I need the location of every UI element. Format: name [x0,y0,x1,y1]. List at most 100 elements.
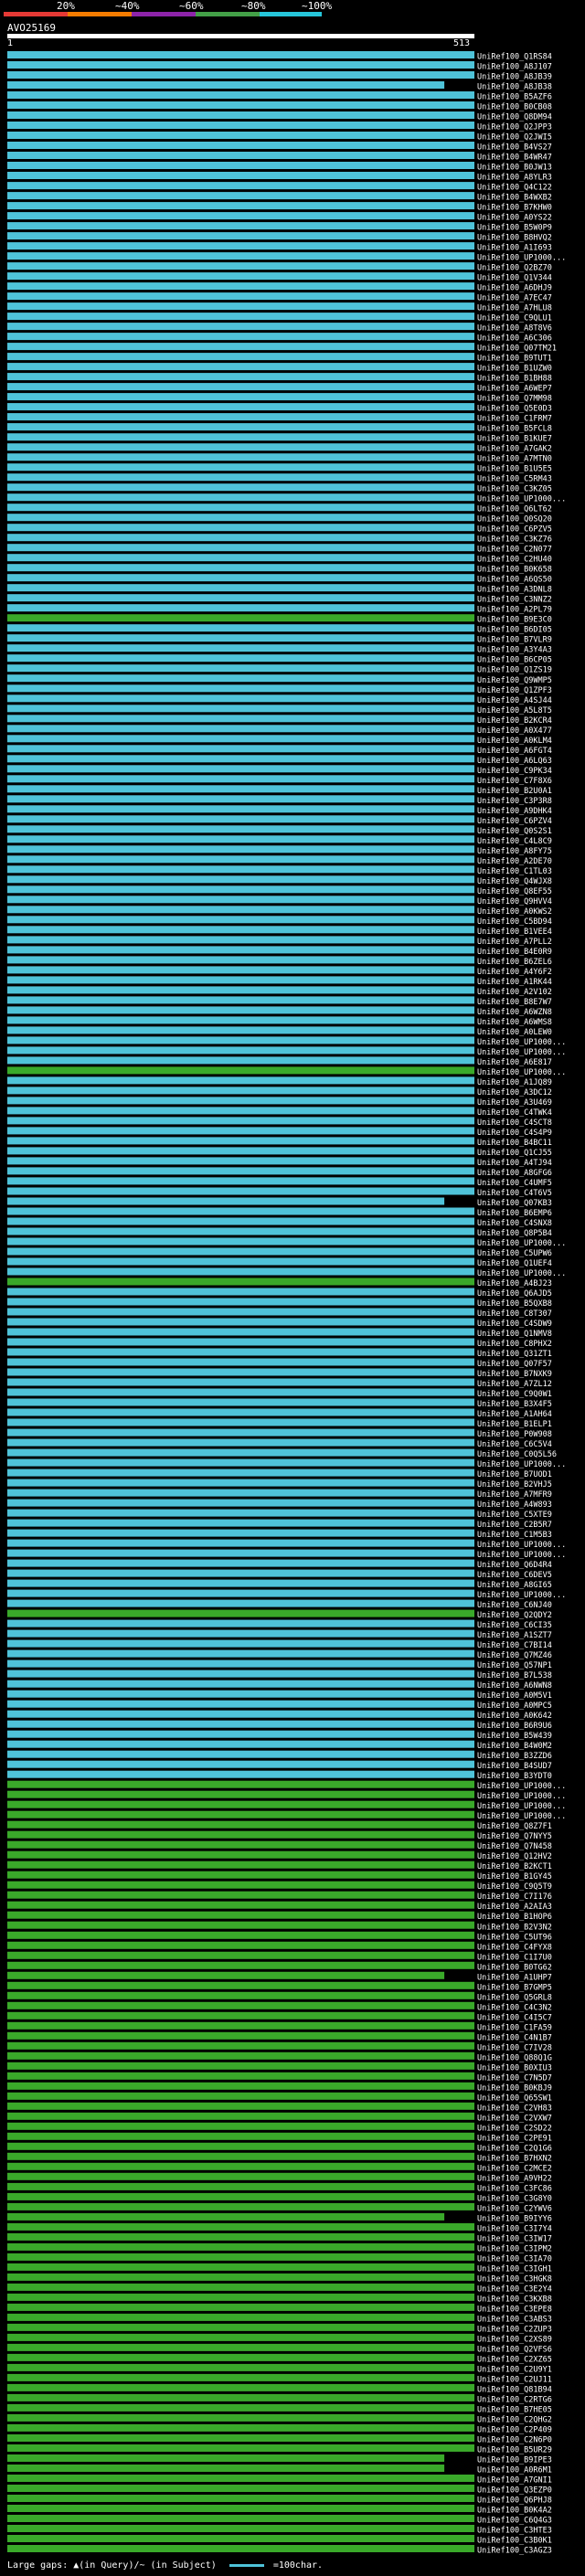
hit-label[interactable]: UniRef100_Q7MZ46 [477,1651,552,1660]
hit-label[interactable]: UniRef100_Q7NYY5 [477,1832,552,1841]
hit-bar[interactable] [7,1187,474,1195]
hit-bar[interactable] [7,2132,474,2140]
hit-label[interactable]: UniRef100_B0JW13 [477,164,552,173]
hit-bar[interactable] [7,594,474,602]
hit-bar[interactable] [7,1458,474,1467]
hit-bar[interactable] [7,976,474,984]
hit-label[interactable]: UniRef100_A0M5V1 [477,1691,552,1701]
hit-label[interactable]: UniRef100_B6EMP6 [477,1209,552,1218]
hit-bar[interactable] [7,453,474,461]
hit-label[interactable]: UniRef100_C5UPW6 [477,1249,552,1258]
hit-bar[interactable] [7,815,474,823]
hit-label[interactable]: UniRef100_Q57NP1 [477,1661,552,1670]
hit-label[interactable]: UniRef100_A6DHJ9 [477,284,552,293]
hit-label[interactable]: UniRef100_B0K658 [477,566,552,575]
hit-bar[interactable] [7,222,474,230]
hit-label[interactable]: UniRef100_B9IPE3 [477,2456,552,2465]
hit-label[interactable]: UniRef100_B4BC11 [477,1139,552,1148]
hit-label[interactable]: UniRef100_B3X4F5 [477,1400,552,1409]
hit-label[interactable]: UniRef100_C3FC86 [477,2184,552,2193]
hit-label[interactable]: UniRef100_C3IGH1 [477,2264,552,2274]
hit-label[interactable]: UniRef100_UP1000... [477,1591,566,1600]
hit-label[interactable]: UniRef100_B2KCR4 [477,716,552,726]
hit-label[interactable]: UniRef100_C0Q5L56 [477,1450,557,1459]
hit-bar[interactable] [7,1006,474,1014]
hit-bar[interactable] [7,1780,474,1788]
hit-label[interactable]: UniRef100_UP1000... [477,1460,566,1469]
hit-bar[interactable] [7,2031,474,2040]
hit-bar[interactable] [7,986,474,994]
hit-label[interactable]: UniRef100_A6WEP7 [477,385,552,394]
hit-bar[interactable] [7,343,474,351]
hit-label[interactable]: UniRef100_Q1ZPF3 [477,686,552,695]
hit-bar[interactable] [7,1448,474,1457]
hit-label[interactable]: UniRef100_B1KUE7 [477,435,552,444]
hit-bar[interactable] [7,1991,474,1999]
hit-bar[interactable] [7,1850,474,1859]
hit-bar[interactable] [7,504,474,512]
hit-label[interactable]: UniRef100_A7HLU8 [477,304,552,313]
hit-label[interactable]: UniRef100_C4I5C7 [477,2013,552,2022]
hit-label[interactable]: UniRef100_Q31ZT1 [477,1350,552,1359]
hit-label[interactable]: UniRef100_C3EPE8 [477,2305,552,2314]
hit-label[interactable]: UniRef100_B5QXB8 [477,1299,552,1309]
hit-bar[interactable] [7,1418,474,1426]
hit-label[interactable]: UniRef100_Q5E0D3 [477,405,552,414]
hit-bar[interactable] [7,1519,474,1527]
hit-label[interactable]: UniRef100_B5UR29 [477,2446,552,2455]
hit-label[interactable]: UniRef100_B1U5E5 [477,465,552,474]
hit-label[interactable]: UniRef100_B7HXN2 [477,2154,552,2163]
hit-label[interactable]: UniRef100_C3HGK8 [477,2274,552,2284]
hit-bar[interactable] [7,835,474,843]
hit-label[interactable]: UniRef100_B7L538 [477,1671,552,1680]
hit-label[interactable]: UniRef100_Q4WJX8 [477,877,552,886]
hit-bar[interactable] [7,413,474,421]
hit-bar[interactable] [7,2353,474,2361]
hit-bar[interactable] [7,1881,474,1889]
hit-bar[interactable] [7,353,474,361]
hit-bar[interactable] [7,1127,474,1135]
hit-label[interactable]: UniRef100_B5FCL8 [477,425,552,434]
hit-bar[interactable] [7,1227,474,1235]
hit-label[interactable]: UniRef100_UP1000... [477,1239,566,1248]
hit-label[interactable]: UniRef100_Q1CJ55 [477,1149,552,1158]
hit-label[interactable]: UniRef100_C8PHX2 [477,1340,552,1349]
hit-bar[interactable] [7,1770,474,1778]
hit-bar[interactable] [7,1539,474,1547]
hit-bar[interactable] [7,172,474,179]
hit-label[interactable]: UniRef100_A3Y4A3 [477,646,552,655]
hit-label[interactable]: UniRef100_C7IV28 [477,2043,552,2052]
hit-bar[interactable] [7,775,474,783]
hit-label[interactable]: UniRef100_B9TUT1 [477,355,552,364]
hit-label[interactable]: UniRef100_Q3EZP0 [477,2486,552,2496]
hit-label[interactable]: UniRef100_B0TG62 [477,1963,552,1972]
hit-label[interactable]: UniRef100_B4WXB2 [477,194,552,203]
hit-bar[interactable] [7,896,474,904]
hit-label[interactable]: UniRef100_A6QS50 [477,576,552,585]
hit-label[interactable]: UniRef100_C4FYX8 [477,1943,552,1952]
hit-bar[interactable] [7,1016,474,1024]
hit-label[interactable]: UniRef100_C2RTG6 [477,2395,552,2404]
hit-label[interactable]: UniRef100_B2V3N2 [477,1923,552,1932]
hit-label[interactable]: UniRef100_Q5GRL8 [477,1993,552,2002]
hit-label[interactable]: UniRef100_B4W0M2 [477,1742,552,1751]
hit-label[interactable]: UniRef100_UP1000... [477,1792,566,1801]
hit-bar[interactable] [7,2525,474,2532]
hit-label[interactable]: UniRef100_Q1V344 [477,274,552,283]
hit-label[interactable]: UniRef100_A2DE70 [477,857,552,866]
hit-bar[interactable] [7,875,474,884]
hit-bar[interactable] [7,2102,474,2110]
hit-bar[interactable] [7,333,474,341]
hit-label[interactable]: UniRef100_C3ABS3 [477,2315,552,2324]
hit-label[interactable]: UniRef100_UP1000... [477,1802,566,1811]
hit-bar[interactable] [7,1308,474,1316]
hit-bar[interactable] [7,493,474,502]
hit-bar[interactable] [7,1237,474,1246]
hit-bar[interactable] [7,1398,474,1406]
hit-label[interactable]: UniRef100_B1HOP6 [477,1913,552,1922]
hit-label[interactable]: UniRef100_C2XS89 [477,2335,552,2344]
hit-bar[interactable] [7,2383,474,2391]
hit-label[interactable]: UniRef100_Q6PHJ8 [477,2496,552,2506]
hit-bar[interactable] [7,2232,474,2241]
hit-label[interactable]: UniRef100_A4SJ44 [477,696,552,705]
